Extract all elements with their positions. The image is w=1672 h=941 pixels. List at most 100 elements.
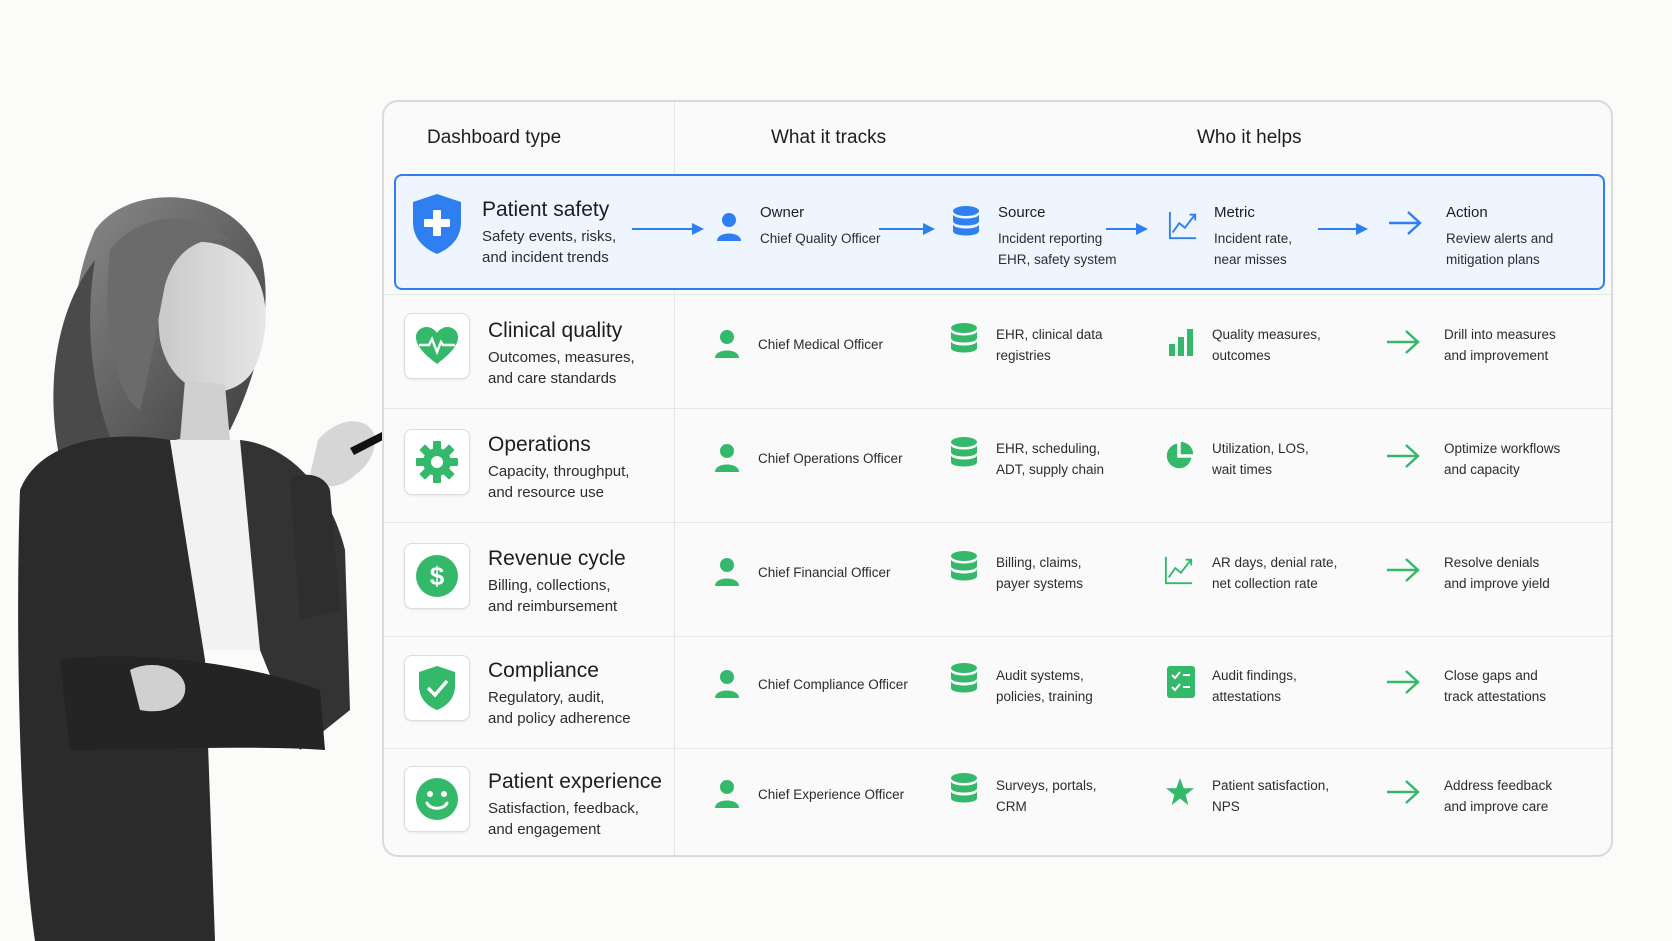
action-value: Resolve denials and improve yield <box>1444 552 1550 594</box>
owner-value: Chief Experience Officer <box>758 787 905 802</box>
smiley-icon <box>404 766 470 832</box>
table-header: Dashboard type What it tracks Who it hel… <box>384 102 1611 174</box>
action-arrow-icon <box>1387 780 1420 804</box>
metric-line: Patient satisfaction, <box>1212 778 1330 793</box>
action-line: Review alerts and <box>1446 231 1554 246</box>
bar-chart-icon <box>1166 325 1196 359</box>
owner-value: Chief Financial Officer <box>758 565 891 580</box>
flow-arrow-icon <box>1318 223 1368 235</box>
action-value: Drill into measures and improvement <box>1444 324 1556 366</box>
row-title: Patient experience <box>488 770 662 793</box>
action-arrow-icon <box>1389 211 1422 235</box>
metric-value: AR days, denial rate, net collection rat… <box>1212 552 1337 594</box>
action-arrow-icon <box>1387 670 1420 694</box>
table-row-patient-experience[interactable]: Patient experience Satisfaction, feedbac… <box>384 748 1611 855</box>
database-icon <box>951 206 981 240</box>
row-title: Compliance <box>488 659 599 682</box>
header-who-it-helps: Who it helps <box>1197 127 1302 148</box>
action-arrow-icon <box>1387 330 1420 354</box>
metric-line: wait times <box>1212 462 1273 477</box>
action-value: Close gaps and track attestations <box>1444 665 1546 707</box>
table-row-clinical-quality[interactable]: Clinical quality Outcomes, measures, and… <box>384 294 1611 408</box>
action-value: Address feedback and improve care <box>1444 775 1552 817</box>
person-icon <box>712 667 742 701</box>
action-arrow-icon <box>1387 558 1420 582</box>
description-line: Satisfaction, feedback, <box>488 800 639 817</box>
dollar-icon: $ <box>404 543 470 609</box>
description-line: and care standards <box>488 370 617 387</box>
person-icon <box>712 777 742 811</box>
row-description: Capacity, throughput, and resource use <box>488 461 663 503</box>
action-line: Resolve denials <box>1444 555 1540 570</box>
source-line: ADT, supply chain <box>996 462 1105 477</box>
header-dashboard-type: Dashboard type <box>427 127 562 148</box>
row-title: Patient safety <box>482 198 610 221</box>
person-icon <box>712 441 742 475</box>
action-line: and improve care <box>1444 799 1549 814</box>
flow-arrow-icon <box>1106 223 1148 235</box>
gear-icon <box>404 429 470 495</box>
source-value: EHR, scheduling, ADT, supply chain <box>996 438 1104 480</box>
action-arrow-icon <box>1387 444 1420 468</box>
metric-value: Incident rate, near misses <box>1214 228 1292 270</box>
metric-line: Incident rate, <box>1214 231 1293 246</box>
shield-plus-icon <box>404 191 470 257</box>
metric-line: Audit findings, <box>1212 668 1297 683</box>
source-line: Billing, claims, <box>996 555 1082 570</box>
source-value: Incident reporting EHR, safety system <box>998 228 1117 270</box>
database-icon <box>949 663 979 697</box>
table-row-compliance[interactable]: Compliance Regulatory, audit, and policy… <box>384 636 1611 748</box>
source-label: Source <box>998 204 1046 221</box>
action-line: Address feedback <box>1444 778 1553 793</box>
owner-value: Chief Quality Officer <box>760 231 881 246</box>
description-line: Outcomes, measures, <box>488 349 635 366</box>
action-label: Action <box>1446 204 1488 221</box>
source-line: EHR, safety system <box>998 252 1117 267</box>
source-line: CRM <box>996 799 1027 814</box>
database-icon <box>949 323 979 357</box>
metric-value: Audit findings, attestations <box>1212 665 1297 707</box>
flow-arrow-icon <box>879 223 935 235</box>
metric-line: AR days, denial rate, <box>1212 555 1338 570</box>
description-line: and reimbursement <box>488 598 618 615</box>
dashboard-types-table: Dashboard type What it tracks Who it hel… <box>382 100 1613 857</box>
metric-line: net collection rate <box>1212 576 1318 591</box>
row-description: Satisfaction, feedback, and engagement <box>488 798 663 840</box>
source-value: Billing, claims, payer systems <box>996 552 1083 594</box>
row-description: Billing, collections, and reimbursement <box>488 575 663 617</box>
table-row-revenue-cycle[interactable]: $ Revenue cycle Billing, collections, an… <box>384 522 1611 636</box>
trend-chart-icon <box>1168 208 1198 242</box>
source-line: EHR, scheduling, <box>996 441 1101 456</box>
action-line: and improvement <box>1444 348 1549 363</box>
row-title: Clinical quality <box>488 319 623 342</box>
source-line: EHR, clinical data <box>996 327 1103 342</box>
row-description: Safety events, risks, and incident trend… <box>482 226 657 268</box>
metric-line: attestations <box>1212 689 1282 704</box>
metric-label: Metric <box>1214 204 1255 221</box>
source-line: payer systems <box>996 576 1084 591</box>
description-line: Regulatory, audit, <box>488 689 605 706</box>
person-icon <box>712 555 742 589</box>
description-line: Billing, collections, <box>488 577 611 594</box>
source-line: registries <box>996 348 1051 363</box>
row-description: Regulatory, audit, and policy adherence <box>488 687 663 729</box>
row-title: Revenue cycle <box>488 547 626 570</box>
description-line: Safety events, risks, <box>482 228 617 245</box>
action-line: track attestations <box>1444 689 1547 704</box>
action-line: Optimize workflows <box>1444 441 1561 456</box>
action-line: Close gaps and <box>1444 668 1538 683</box>
source-line: policies, training <box>996 689 1093 704</box>
owner-value: Chief Compliance Officer <box>758 677 908 692</box>
owner-value: Chief Medical Officer <box>758 337 884 352</box>
description-line: and policy adherence <box>488 710 631 727</box>
action-value: Review alerts and mitigation plans <box>1446 228 1553 270</box>
table-row-patient-safety[interactable]: Patient safety Safety events, risks, and… <box>394 174 1605 290</box>
star-icon <box>1165 775 1195 809</box>
metric-line: near misses <box>1214 252 1287 267</box>
table-row-operations[interactable]: Operations Capacity, throughput, and res… <box>384 408 1611 522</box>
presenter-illustration <box>18 197 414 941</box>
metric-line: outcomes <box>1212 348 1271 363</box>
person-icon <box>714 210 744 244</box>
header-what-it-tracks: What it tracks <box>771 127 887 148</box>
metric-line: Quality measures, <box>1212 327 1321 342</box>
